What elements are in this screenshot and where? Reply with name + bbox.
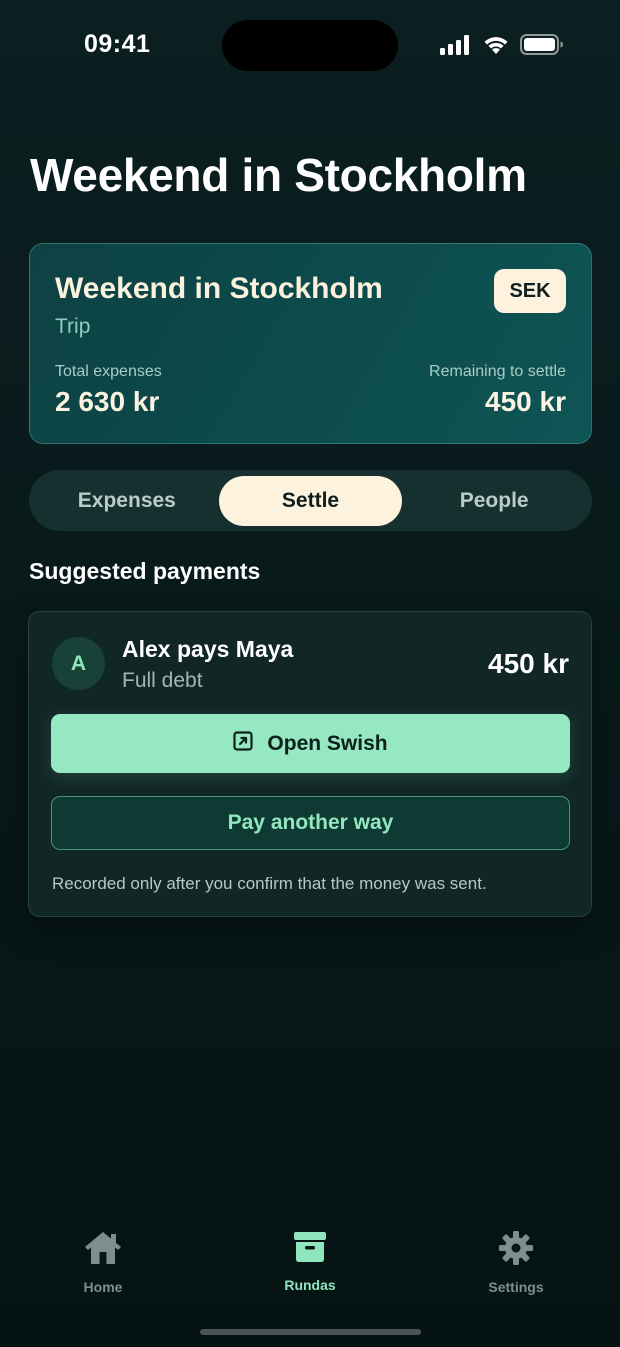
payment-note: Full debt — [122, 669, 203, 692]
home-icon — [83, 1230, 123, 1271]
nav-label-home: Home — [83, 1279, 123, 1295]
cellular-signal-icon — [440, 34, 472, 55]
archive-box-icon — [293, 1230, 327, 1269]
open-swish-label: Open Swish — [267, 731, 388, 755]
trip-name: Weekend in Stockholm — [55, 272, 383, 305]
payment-footnote: Recorded only after you confirm that the… — [52, 874, 487, 893]
segmented-tabs: Expenses Settle People — [29, 470, 592, 531]
gear-icon — [498, 1230, 534, 1271]
pay-another-way-button[interactable]: Pay another way — [51, 796, 570, 850]
remaining-value: 450 kr — [485, 386, 566, 417]
avatar: A — [52, 637, 105, 690]
tab-expenses[interactable]: Expenses — [35, 476, 219, 526]
status-icons — [440, 34, 564, 55]
nav-item-home[interactable]: Home — [43, 1230, 163, 1295]
payment-title: Alex pays Maya — [122, 636, 294, 662]
battery-icon — [520, 34, 564, 55]
nav-label-settings: Settings — [488, 1279, 544, 1295]
payment-amount: 450 kr — [488, 648, 569, 679]
status-time: 09:41 — [84, 30, 151, 58]
nav-label-rundas: Rundas — [284, 1277, 336, 1293]
pay-another-way-label: Pay another way — [227, 811, 394, 834]
payment-card: A Alex pays Maya Full debt 450 kr Open S… — [28, 611, 592, 917]
total-expenses-label: Total expenses — [55, 363, 162, 380]
trip-summary-card: Weekend in Stockholm Trip SEK Total expe… — [29, 243, 592, 444]
trip-type: Trip — [55, 315, 91, 338]
nav-item-rundas[interactable]: Rundas — [250, 1230, 370, 1293]
bottom-nav: Home Rundas Settings — [0, 1230, 620, 1310]
dynamic-island — [222, 20, 398, 71]
nav-item-settings[interactable]: Settings — [456, 1230, 576, 1295]
total-expenses-value: 2 630 kr — [55, 386, 160, 417]
tab-people[interactable]: People — [402, 476, 586, 526]
tab-settle[interactable]: Settle — [218, 475, 403, 526]
external-link-icon — [233, 730, 254, 757]
wifi-icon — [482, 34, 510, 55]
open-swish-button[interactable]: Open Swish — [51, 714, 570, 773]
remaining-label: Remaining to settle — [429, 363, 566, 380]
home-indicator — [200, 1329, 421, 1335]
currency-badge[interactable]: SEK — [494, 269, 566, 313]
page-title: Weekend in Stockholm — [30, 149, 527, 201]
status-bar: 09:41 — [0, 0, 620, 92]
section-title: Suggested payments — [29, 558, 261, 584]
